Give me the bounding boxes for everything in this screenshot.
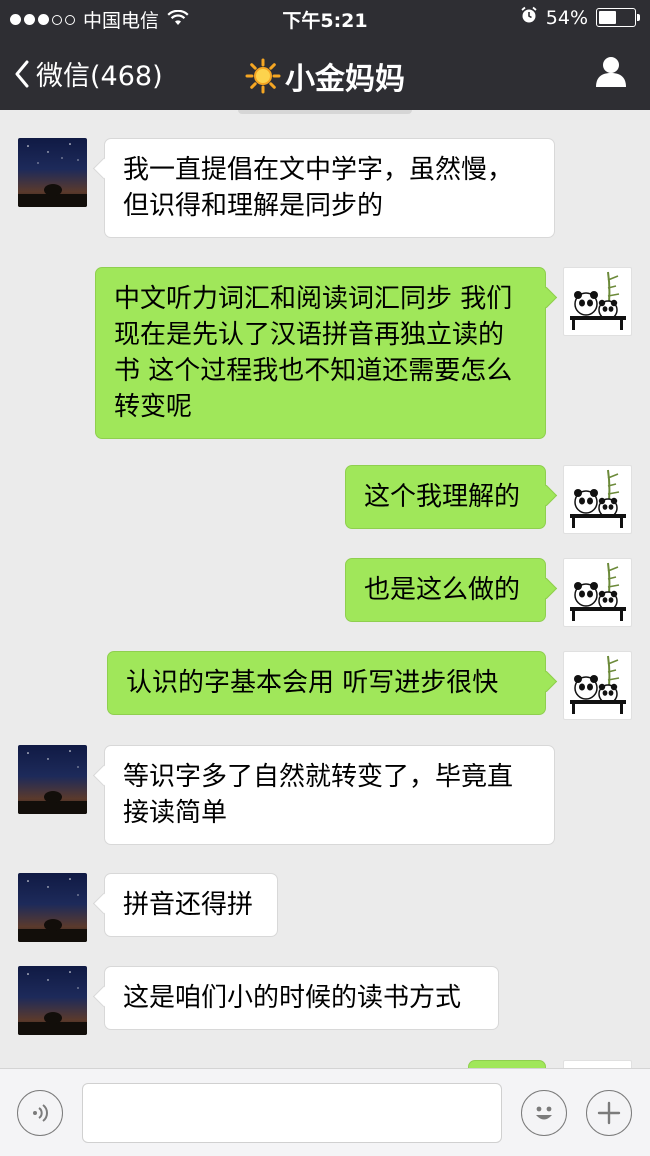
sun-icon	[245, 58, 281, 94]
message-list[interactable]: 我一直提倡在文中学字，虽然慢，但识得和理解是同步的 中文听力词汇和阅读词汇同步 …	[0, 110, 650, 1068]
message-text: 拼音还得拼	[123, 890, 254, 920]
message-bubble-incoming[interactable]: 等识字多了自然就转变了，毕竟直接读简单	[104, 745, 555, 845]
plus-icon	[597, 1101, 621, 1125]
top-bar: 中国电信 下午5:21 54% 微信(468) 小金妈妈	[0, 0, 650, 110]
contact-avatar[interactable]	[18, 745, 87, 814]
my-avatar[interactable]	[563, 558, 632, 627]
contact-avatar[interactable]	[18, 966, 87, 1035]
voice-icon	[33, 1104, 48, 1122]
battery-icon	[596, 8, 640, 27]
person-icon	[596, 57, 626, 87]
message-bubble-incoming[interactable]: 我一直提倡在文中学字，虽然慢，但识得和理解是同步的	[104, 138, 555, 238]
my-avatar[interactable]	[563, 1060, 632, 1068]
message-text: 这个我理解的	[364, 482, 521, 512]
input-bar	[0, 1068, 650, 1156]
message-text: 等识字多了自然就转变了，毕竟直接读简单	[123, 762, 514, 828]
message-text: 这是咱们小的时候的读书方式	[123, 983, 462, 1013]
message-input[interactable]	[82, 1083, 502, 1143]
message-text: 我一直提倡在文中学字，虽然慢，但识得和理解是同步的	[123, 155, 514, 221]
profile-button[interactable]	[594, 54, 628, 92]
message-text: 认识的字基本会用 听写进步很快	[126, 668, 499, 698]
my-avatar[interactable]	[563, 651, 632, 720]
message-bubble-outgoing[interactable]: 这个我理解的	[345, 465, 546, 529]
battery-percent: 54%	[545, 6, 588, 29]
my-avatar[interactable]	[563, 267, 632, 336]
voice-button[interactable]	[17, 1090, 63, 1136]
timestamp-stub	[238, 110, 412, 114]
nav-bar: 微信(468) 小金妈妈	[0, 40, 650, 110]
chat-title-text: 小金妈妈	[285, 62, 405, 97]
message-bubble-outgoing-partial[interactable]	[468, 1060, 546, 1068]
message-text: 中文听力词汇和阅读词汇同步 我们现在是先认了汉语拼音再独立读的书 这个过程我也不…	[114, 284, 513, 422]
message-bubble-outgoing[interactable]: 中文听力词汇和阅读词汇同步 我们现在是先认了汉语拼音再独立读的书 这个过程我也不…	[95, 267, 546, 439]
message-bubble-incoming[interactable]: 拼音还得拼	[104, 873, 278, 937]
message-bubble-outgoing[interactable]: 认识的字基本会用 听写进步很快	[107, 651, 546, 715]
contact-avatar[interactable]	[18, 873, 87, 942]
message-bubble-outgoing[interactable]: 也是这么做的	[345, 558, 546, 622]
my-avatar[interactable]	[563, 465, 632, 534]
status-bar: 中国电信 下午5:21 54%	[0, 0, 650, 36]
contact-avatar[interactable]	[18, 138, 87, 207]
message-bubble-incoming[interactable]: 这是咱们小的时候的读书方式	[104, 966, 499, 1030]
emoji-button[interactable]	[521, 1090, 567, 1136]
chat-title: 小金妈妈	[0, 54, 650, 102]
emoji-icon	[536, 1106, 552, 1120]
alarm-icon	[520, 6, 538, 29]
more-button[interactable]	[586, 1090, 632, 1136]
message-text: 也是这么做的	[364, 575, 521, 605]
